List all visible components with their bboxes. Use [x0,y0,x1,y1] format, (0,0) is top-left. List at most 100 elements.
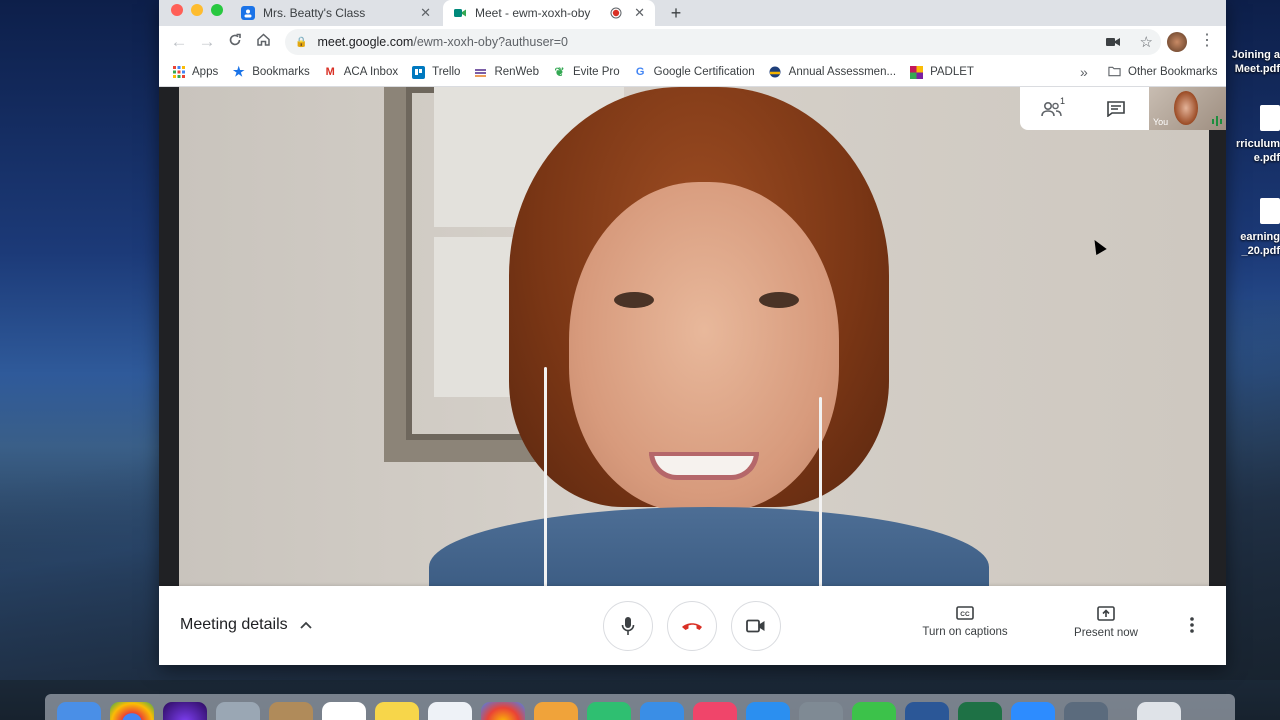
reload-icon[interactable] [221,32,249,52]
closed-captions-icon: CC [919,606,1011,620]
bookmarks-overflow-button[interactable]: » [1080,64,1088,80]
window-controls [171,4,223,16]
self-view-video [1174,91,1198,125]
leave-call-button[interactable] [667,601,717,651]
screen-recorder-icon[interactable] [1064,702,1108,720]
contacts-icon[interactable] [269,702,313,720]
minimize-window-button[interactable] [191,4,203,16]
self-view-tile[interactable]: You [1149,87,1226,130]
microphone-button[interactable] [603,601,653,651]
bookmark-evite-pro[interactable]: ❦ Evite Pro [553,65,620,79]
trash-icon[interactable] [1137,702,1181,720]
camera-in-use-icon[interactable] [1105,37,1120,47]
photos-icon[interactable] [481,702,525,720]
close-tab-icon[interactable]: ✕ [420,5,431,21]
tab-title: Meet - ewm-xoxh-oby [475,6,591,20]
more-options-button[interactable] [1189,616,1195,639]
folder-icon [1108,65,1121,78]
launchpad-icon[interactable] [216,702,260,720]
bookmark-star-icon[interactable]: ☆ [1140,33,1153,51]
participant-eye [759,292,799,308]
close-tab-icon[interactable]: ✕ [634,5,645,21]
word-icon[interactable] [905,702,949,720]
tab-meet[interactable]: Meet - ewm-xoxh-oby ✕ [443,0,655,26]
system-preferences-icon[interactable] [799,702,843,720]
bookmark-apps[interactable]: Apps [172,66,218,79]
bookmark-annual-assessment[interactable]: Annual Assessmen... [769,66,896,79]
bookmark-bookmarks[interactable]: ★ Bookmarks [232,64,310,79]
pages-icon[interactable] [534,702,578,720]
chat-button[interactable] [1084,87,1148,130]
bookmark-other-bookmarks[interactable]: Other Bookmarks [1108,65,1217,78]
earphone-cable [819,397,822,586]
zoom-window-button[interactable] [211,4,223,16]
desktop-file-line2: _20.pdf [1241,245,1280,257]
desktop-file-learning[interactable]: earning _20.pdf [1224,198,1280,258]
renweb-icon [474,66,487,79]
participant-video [179,87,1209,586]
new-tab-button[interactable]: + [665,0,687,26]
camera-icon [746,619,765,633]
bookmark-label: RenWeb [494,66,539,78]
notes-icon[interactable] [375,702,419,720]
present-screen-icon [1069,606,1143,621]
finder-icon[interactable] [57,702,101,720]
more-vert-icon [1190,617,1194,633]
siri-icon[interactable] [163,702,207,720]
app-store-icon[interactable] [746,702,790,720]
close-window-button[interactable] [171,4,183,16]
bookmark-trello[interactable]: Trello [412,65,461,79]
bookmark-label: Bookmarks [252,66,310,78]
tab-strip: Mrs. Beatty's Class ✕ Meet - ewm-xoxh-ob… [159,0,1226,26]
browser-window: Mrs. Beatty's Class ✕ Meet - ewm-xoxh-ob… [159,0,1226,665]
assessment-icon [769,66,782,79]
participant-shirt [429,507,989,586]
captions-label: Turn on captions [922,626,1008,638]
google-icon: G [635,66,645,78]
profile-avatar[interactable] [1167,32,1187,52]
bookmarks-bar: Apps ★ Bookmarks M ACA Inbox Trello RenW… [159,58,1226,87]
present-now-button[interactable]: Present now [1069,606,1143,639]
classroom-icon [241,6,255,20]
zoom-icon[interactable] [1011,702,1055,720]
home-icon[interactable] [249,32,277,52]
excel-icon[interactable] [958,702,1002,720]
browser-menu-icon[interactable]: ⋮ [1199,32,1215,50]
hang-up-icon [682,623,702,630]
chrome-icon[interactable] [110,702,154,720]
bookmark-label: Trello [432,66,461,78]
spotify-icon[interactable] [852,702,896,720]
music-icon[interactable] [693,702,737,720]
bookmark-renweb[interactable]: RenWeb [474,66,539,79]
camera-button[interactable] [731,601,781,651]
gmail-icon: M [325,66,335,78]
meet-control-bar: Meeting details CC Turn on captions Pres… [159,586,1226,665]
keynote-icon[interactable] [640,702,684,720]
calendar-icon[interactable] [322,702,366,720]
audio-level-icon [1211,116,1223,126]
browser-toolbar: ← → 🔒 meet.google.com /ewm-xoxh-oby?auth… [159,26,1226,58]
bookmark-label: Evite Pro [572,66,620,78]
back-icon[interactable]: ← [165,32,193,52]
bookmark-aca-inbox[interactable]: M ACA Inbox [324,66,398,79]
apps-grid-icon [172,66,185,79]
participants-button[interactable]: 1 [1020,87,1084,130]
desktop-file-line2: Meet.pdf [1234,63,1280,75]
desktop-file-joining-meet[interactable]: Joining a Meet.pdf [1224,48,1280,76]
address-bar[interactable]: 🔒 meet.google.com /ewm-xoxh-oby?authuser… [285,29,1161,55]
bookmark-padlet[interactable]: PADLET [910,65,974,79]
earphone-cable [544,367,547,586]
captions-button[interactable]: CC Turn on captions [919,606,1011,638]
desktop-file-line1: earning [1240,231,1280,243]
numbers-icon[interactable] [587,702,631,720]
meeting-details-button[interactable]: Meeting details [180,616,312,634]
meeting-details-label: Meeting details [180,616,288,633]
desktop-file-curriculum[interactable]: rriculum e.pdf [1224,105,1280,165]
reminders-icon[interactable] [428,702,472,720]
bookmark-google-certification[interactable]: G Google Certification [634,66,755,79]
forward-icon[interactable]: → [193,32,221,52]
pdf-file-icon [1260,105,1280,131]
tab-mrs-beattys-class[interactable]: Mrs. Beatty's Class ✕ [231,0,441,26]
macos-dock [45,694,1235,720]
evite-icon: ❦ [554,65,565,79]
